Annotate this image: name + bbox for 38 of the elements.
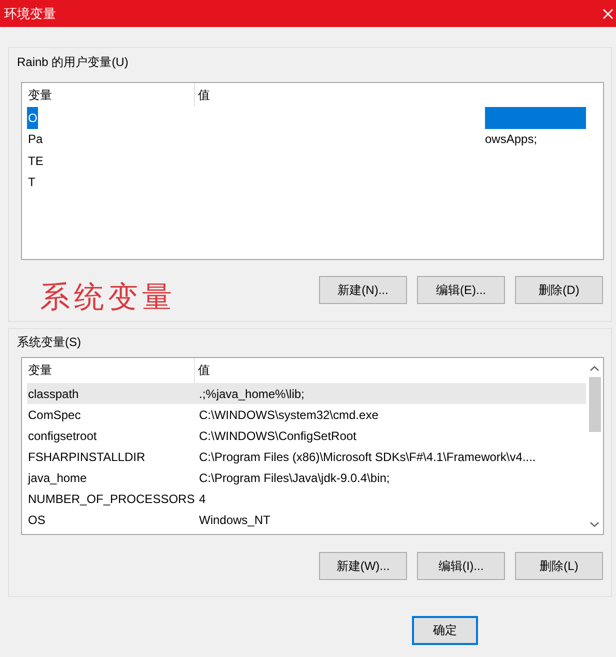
table-cell[interactable]: owsApps; — [485, 128, 586, 150]
table-cell[interactable]: configsetroot — [27, 425, 195, 446]
chevron-down-icon[interactable] — [590, 522, 599, 527]
new-button[interactable]: 新建(N)... — [319, 276, 407, 304]
window-title: 环境变量 — [4, 6, 56, 22]
system-variables-list[interactable] — [21, 357, 604, 535]
table-cell[interactable]: Windows_NT — [195, 509, 586, 530]
table-cell[interactable]: OS — [27, 509, 195, 530]
table-cell[interactable]: ComSpec — [27, 404, 195, 425]
edit-button[interactable]: 编辑(E)... — [417, 276, 505, 304]
section-label: 系统变量(S) — [17, 334, 81, 350]
ok-button[interactable]: 确定 — [412, 616, 478, 645]
section-label: Rainb 的用户变量(U) — [17, 54, 128, 70]
table-cell[interactable]: C:\Program Files\Java\jdk-9.0.4\bin; — [195, 467, 586, 488]
table-cell[interactable]: FSHARPINSTALLDIR — [27, 446, 195, 467]
table-cell[interactable]: C:\WINDOWS\ConfigSetRoot — [195, 425, 586, 446]
table-cell[interactable]: C:\WINDOWS\system32\cmd.exe — [195, 404, 586, 425]
table-cell[interactable]: T — [27, 172, 36, 193]
table-cell[interactable]: C:\Program Files (x86)\Microsoft SDKs\F#\4.1\Framework\v4.... — [195, 446, 586, 467]
table-cell[interactable]: classpath — [27, 383, 195, 404]
table-cell[interactable]: O — [27, 107, 38, 128]
table-cell[interactable]: java_home — [27, 467, 195, 488]
table-cell[interactable]: TE — [27, 150, 44, 172]
table-cell[interactable]: NUMBER_OF_PROCESSORS — [27, 488, 195, 509]
delete-button[interactable]: 删除(L) — [515, 552, 603, 580]
user-variables-list[interactable]: 变量 值 O Pa owsApps; TE T — [21, 82, 604, 260]
close-icon[interactable] — [603, 8, 613, 18]
new-button[interactable]: 新建(W)... — [319, 552, 407, 580]
edit-button[interactable]: 编辑(I)... — [417, 552, 505, 580]
table-cell[interactable]: .;%java_home%\lib; — [195, 383, 586, 404]
column-header[interactable]: 值 — [195, 358, 586, 383]
table-cell[interactable]: 4 — [195, 488, 586, 509]
annotation-text: 系统变量 — [40, 281, 176, 315]
delete-button[interactable]: 删除(D) — [515, 276, 603, 304]
table-cell[interactable]: Pa — [27, 128, 44, 150]
scrollbar-thumb[interactable] — [588, 377, 600, 432]
chevron-up-icon[interactable] — [590, 366, 599, 371]
column-header[interactable]: 值 — [195, 83, 586, 107]
